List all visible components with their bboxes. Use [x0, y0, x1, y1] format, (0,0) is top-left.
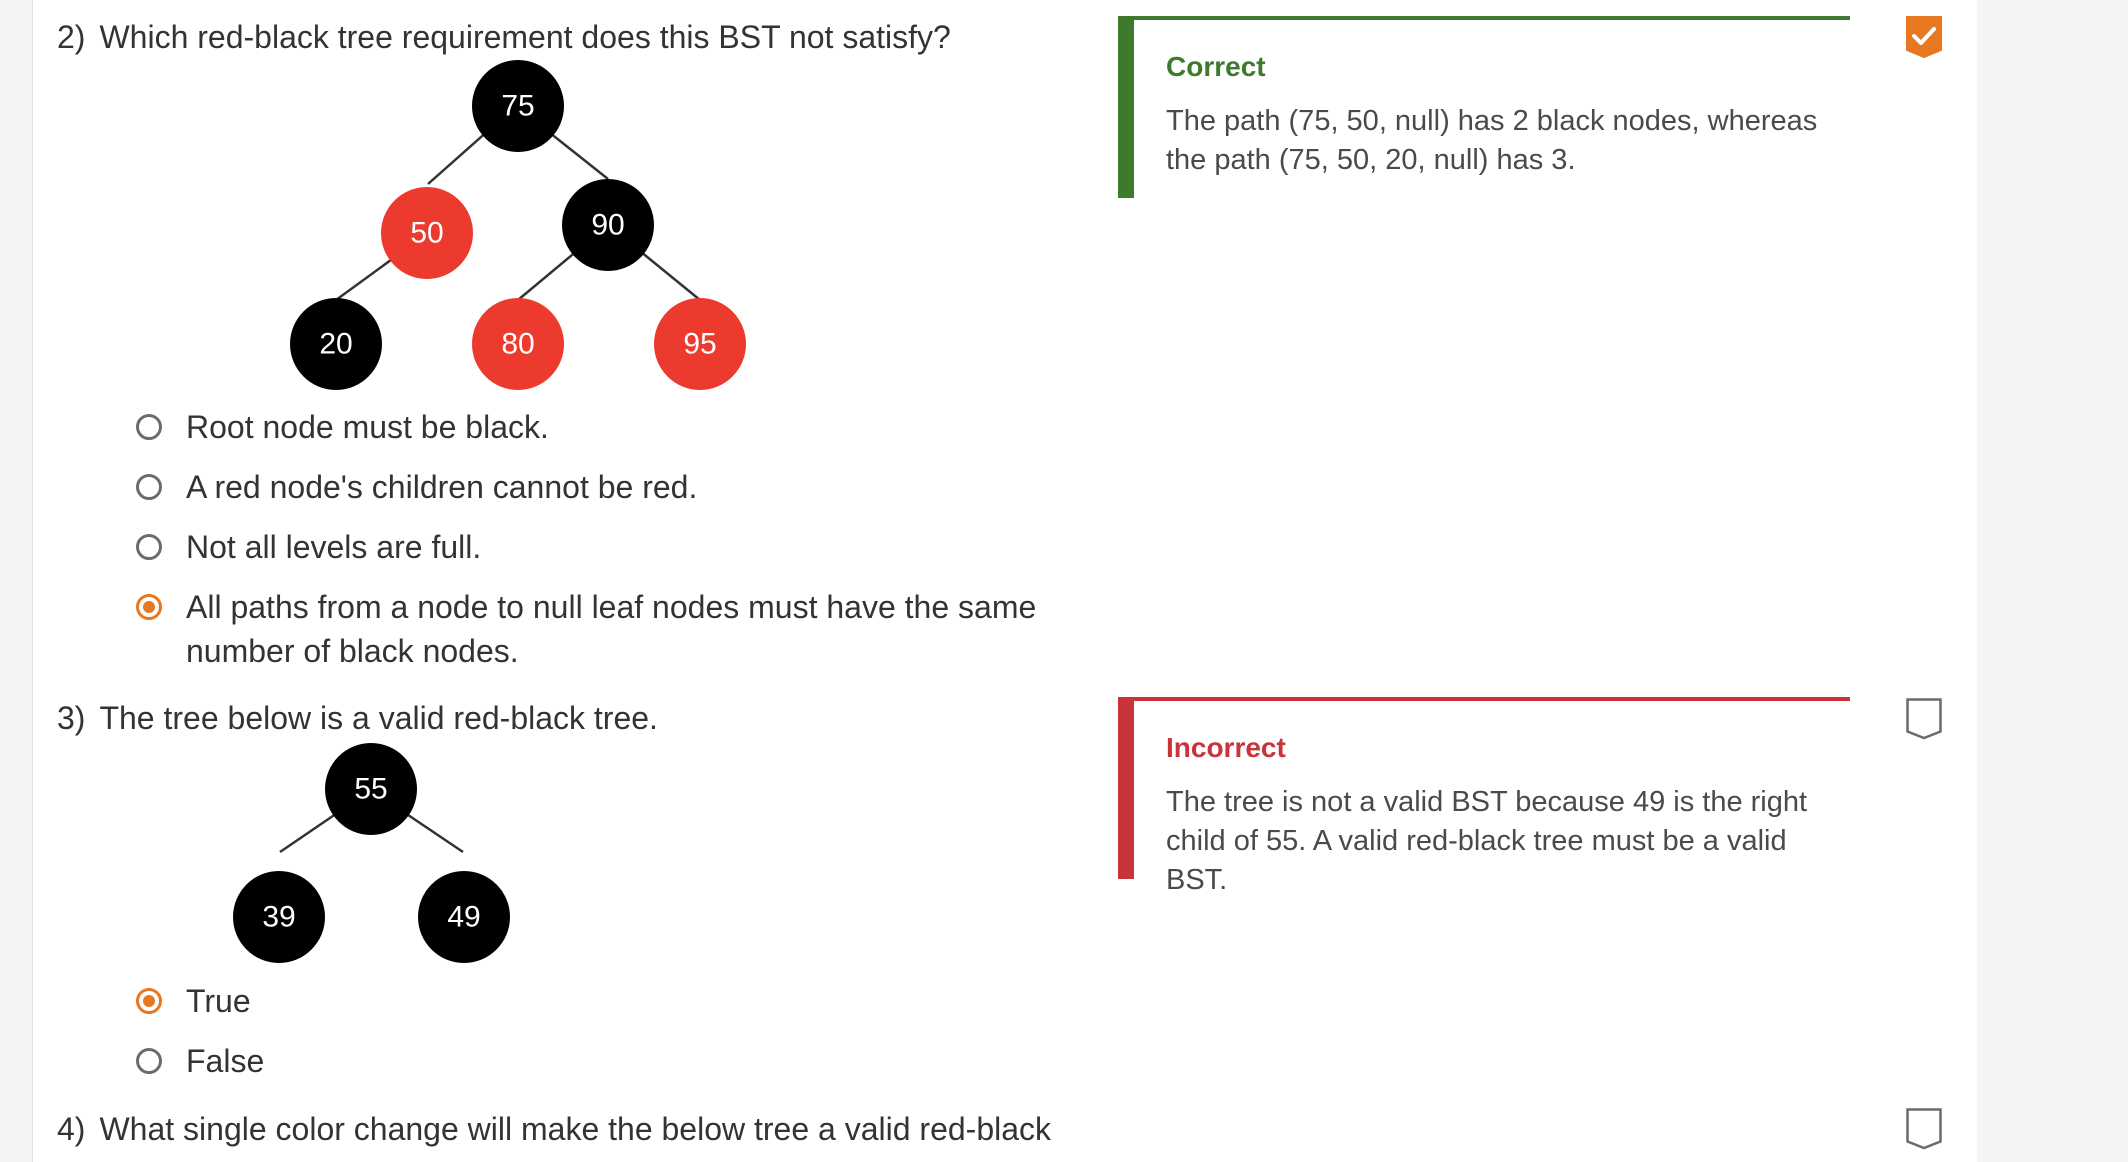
question-4-prompt: 4) What single color change will make the… — [57, 1109, 1051, 1149]
question-number: 4) — [57, 1111, 86, 1147]
right-gutter — [1977, 0, 2128, 1162]
feedback-status: Correct — [1166, 51, 1266, 82]
svg-text:50: 50 — [410, 217, 443, 250]
tree-node-80: 80 — [472, 298, 564, 390]
tree-node-50: 50 — [381, 187, 473, 279]
choice-label: A red node's children cannot be red. — [186, 469, 698, 505]
feedback-explanation: The tree is not a valid BST because 49 i… — [1166, 786, 1808, 896]
q2-choice-3[interactable]: Not all levels are full. — [136, 528, 481, 569]
choice-label: False — [186, 1043, 265, 1079]
checked-flag-icon[interactable] — [1906, 16, 1942, 58]
q3-choice-false[interactable]: False — [136, 1042, 264, 1083]
q2-choice-2[interactable]: A red node's children cannot be red. — [136, 468, 697, 509]
q2-feedback-panel: Correct The path (75, 50, null) has 2 bl… — [1118, 16, 1850, 198]
choice-label: True — [186, 983, 251, 1019]
empty-flag-icon[interactable] — [1906, 698, 1942, 740]
tree-node-90: 90 — [562, 179, 654, 271]
radio-button[interactable] — [136, 1048, 162, 1074]
svg-text:80: 80 — [501, 328, 534, 361]
tree-node-20: 20 — [290, 298, 382, 390]
q2-tree-diagram: 75 50 90 20 80 95 — [290, 60, 746, 390]
tree-node-55: 55 — [325, 743, 417, 835]
radio-button-selected[interactable] — [136, 594, 162, 620]
svg-text:90: 90 — [591, 209, 624, 242]
q3-feedback-panel: Incorrect The tree is not a valid BST be… — [1118, 697, 1850, 896]
question-text: What single color change will make the b… — [99, 1111, 1052, 1147]
q3-choice-true[interactable]: True — [136, 982, 251, 1023]
empty-flag-icon[interactable] — [1906, 1108, 1942, 1150]
feedback-status: Incorrect — [1166, 732, 1286, 763]
choice-label-line-1: All paths from a node to null leaf nodes… — [186, 589, 1037, 625]
radio-button[interactable] — [136, 534, 162, 560]
svg-text:75: 75 — [501, 90, 534, 123]
svg-text:20: 20 — [319, 328, 352, 361]
svg-text:49: 49 — [447, 901, 480, 934]
q2-choice-4[interactable]: All paths from a node to null leaf nodes… — [136, 588, 1036, 673]
choice-label: Not all levels are full. — [186, 529, 482, 565]
radio-button[interactable] — [136, 414, 162, 440]
svg-text:39: 39 — [262, 901, 295, 934]
choice-label: All paths from a node to null leaf nodes… — [186, 585, 1036, 673]
tree-node-95: 95 — [654, 298, 746, 390]
svg-text:55: 55 — [354, 773, 387, 806]
tree-node-75: 75 — [472, 60, 564, 152]
choice-label: Root node must be black. — [186, 409, 549, 445]
tree-node-49: 49 — [418, 871, 510, 963]
q2-choice-1[interactable]: Root node must be black. — [136, 408, 549, 449]
tree-node-39: 39 — [233, 871, 325, 963]
q3-tree-diagram: 55 39 49 — [233, 743, 510, 963]
feedback-explanation: The path (75, 50, null) has 2 black node… — [1166, 105, 1818, 176]
choice-label-line-2: number of black nodes. — [186, 633, 519, 669]
svg-text:95: 95 — [683, 328, 716, 361]
radio-button[interactable] — [136, 474, 162, 500]
radio-button-selected[interactable] — [136, 988, 162, 1014]
